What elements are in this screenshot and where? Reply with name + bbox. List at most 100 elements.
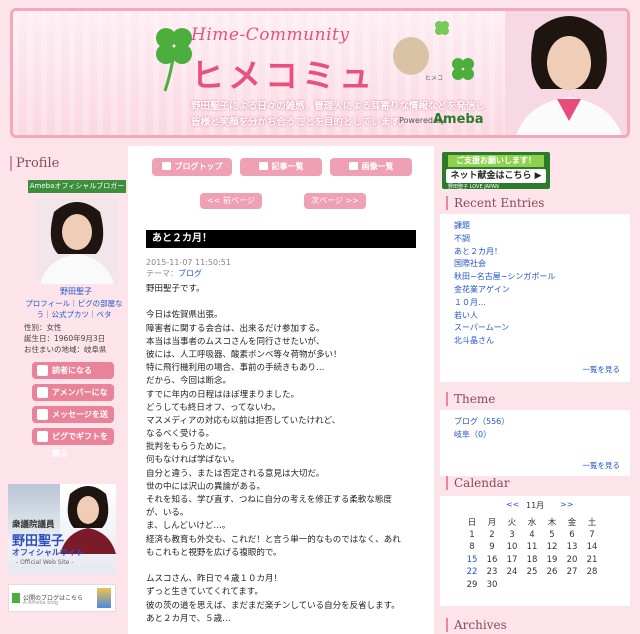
home-icon (161, 162, 171, 170)
entry-line: 今日は佐賀県出張。 (146, 310, 223, 321)
profile-area: お住まいの地域：岐阜県 (24, 345, 107, 354)
images-list-label: 画像一覧 (361, 162, 394, 171)
articles-list-label: 記事一覧 (271, 162, 304, 171)
people-icon (37, 387, 48, 398)
recent-entry-link[interactable]: 若い人 (454, 310, 555, 323)
entry-line: それを知る、学び直す、つねに自分の考えを修正する柔軟な態度 (146, 495, 392, 505)
calendar-day: 3 (509, 529, 515, 540)
entry-title[interactable]: あと２カ月！ (146, 230, 416, 248)
profile-gender: 性別：女性 (24, 323, 62, 332)
profile-photo[interactable] (36, 198, 118, 284)
theme-list: ブログ（556） 岐阜（0） (454, 416, 509, 442)
donation-banner[interactable]: ご支援お願いします！ ネット献金はこちら ▶ 野田聖子 LOVE JAPAN (442, 152, 550, 190)
profile-name-link[interactable]: 野田聖子 (20, 286, 132, 297)
calendar-day[interactable]: 22 (462, 566, 482, 579)
entry-line: だから、今回は断念。 (146, 376, 232, 387)
calendar-day: 24 (506, 567, 518, 578)
become-amember-button[interactable]: アメンバーになる (32, 384, 114, 414)
recent-entry-link[interactable]: 国際社会 (454, 258, 555, 271)
official-site-banner[interactable]: 衆議院議員 野田聖子 オフィシャルサイト - Official Web Site… (8, 484, 116, 574)
become-reader-button[interactable]: 読者になる (32, 362, 114, 379)
calendar-day: 19 (546, 554, 558, 565)
calendar-day[interactable]: 15 (462, 554, 482, 567)
send-message-button[interactable]: メッセージを送る (32, 406, 114, 436)
calendar-next-link[interactable]: >> (560, 500, 573, 509)
theme-link[interactable]: 岐阜（0） (454, 429, 509, 442)
profile-section-title: Profile (10, 156, 59, 171)
right-sidebar: ご支援お願いします！ ネット献金はこちら ▶ 野田聖子 LOVE JAPAN R… (440, 146, 630, 634)
brand-english-title: Hime-Community (191, 25, 350, 45)
calendar-day: 27 (566, 567, 578, 578)
archives-title: Archives (446, 618, 507, 632)
next-page-button[interactable]: 次ページ >> (304, 193, 366, 209)
entry-line: あと２カ月で、５歳… (146, 613, 231, 624)
calendar-day: 1 (469, 529, 475, 540)
entry-line: 特に飛行機利用の場合、事前の手続きもあり… (146, 363, 325, 374)
blog-top-button[interactable]: ブログトップ (152, 158, 232, 176)
pigg-gift-button[interactable]: ピグでギフトを贈る (32, 428, 114, 458)
calendar-day: 20 (566, 554, 578, 565)
donation-request-text: ご支援お願いします！ (448, 155, 544, 167)
mini-banner-image (97, 588, 111, 608)
recent-entry-link[interactable]: 不調 (454, 233, 555, 246)
recent-entries-title: Recent Entries (446, 196, 544, 210)
become-reader-label: 読者になる (52, 366, 92, 375)
entry-line: ま、しんどいけど…。 (146, 521, 231, 532)
ameba-blog-mini-banner[interactable]: 公開のブログはこちら A Ameba blog (8, 584, 116, 612)
profile-links[interactable]: プロフィール｜ピグの部屋なう｜公式プカツ｜ペタ (22, 298, 126, 320)
entry-line: マスメディアの対応も以前は拒否していたけれど、 (146, 415, 341, 426)
recent-entry-link[interactable]: スーパームーン (454, 322, 555, 335)
entry-line: 本当は当事者のムスコさんを同行させたいが、 (146, 336, 325, 347)
images-list-button[interactable]: 画像一覧 (330, 158, 412, 176)
entry-theme: テーマ：ブログ (146, 268, 202, 279)
entry-line: ムスコさん、昨日で４歳１０カ月！ (146, 574, 283, 585)
recent-entry-link[interactable]: 課題 (454, 220, 555, 233)
calendar-weekday: 月 (487, 518, 497, 529)
calendar-day: 4 (529, 529, 535, 540)
header-portrait-photo (505, 11, 627, 135)
calendar-day: 28 (586, 567, 598, 578)
articles-list-button[interactable]: 記事一覧 (240, 158, 322, 176)
entry-line: もこれもと視野を広げる複眼的で。 (146, 547, 282, 558)
recent-more-link[interactable]: 一覧を見る (583, 364, 621, 375)
calendar-day (582, 579, 602, 592)
theme-link[interactable]: ブログ（556） (454, 416, 509, 429)
calendar-week-row: 15 16 17 18 19 20 21 (462, 554, 602, 567)
calendar-prev-link[interactable]: << (506, 500, 519, 509)
calendar-month: 11月 (526, 501, 545, 510)
blog-header-banner[interactable]: Hime-Community ヒメコミュ ヒメコ 野田聖子による日々の雑感、管理… (10, 8, 630, 138)
calendar-day: 21 (586, 554, 598, 565)
clover-small-icon (452, 58, 474, 80)
prev-page-button[interactable]: << 前ページ (200, 193, 262, 209)
calendar-day: 2 (489, 529, 495, 540)
gift-icon (37, 431, 48, 442)
entry-line: 障害者に関する会合は、出来るだけ参加する。 (146, 323, 325, 334)
calendar-weekday: 土 (587, 518, 597, 529)
recent-entry-link[interactable]: １０月… (454, 297, 555, 310)
recent-entries-box: 課題 不調 あと２カ月！ 国際社会 秋田−名古屋−シンガポール 金花業アゲイン １０月… 若い… (440, 214, 630, 382)
calendar-day: 25 (526, 567, 538, 578)
brand-japanese-title: ヒメコミュ (191, 56, 376, 95)
calendar-week-row: 29 30 (462, 579, 602, 592)
calendar-week-row: 8 9 10 11 12 13 14 (462, 541, 602, 554)
theme-more-link[interactable]: 一覧を見る (583, 460, 621, 471)
ameba-logo[interactable]: Ameba (433, 112, 484, 127)
entry-line: 彼には、人工呼吸器、酸素ボンベ等々荷物が多い！ (146, 349, 342, 360)
calendar-weekday: 金 (567, 518, 577, 529)
profile-info: 性別：女性 誕生日：1960年9月3日 お住まいの地域：岐阜県 (24, 322, 134, 355)
entry-theme-link[interactable]: ブログ (178, 269, 202, 278)
banner-role: 衆議院議員 (12, 520, 55, 530)
left-sidebar: Profile Amebaオフィシャルブロガー 野田聖子 プロフィール｜ピグの部… (8, 152, 126, 634)
calendar-day: 8 (469, 542, 475, 553)
entry-line: 野田聖子です。 (146, 284, 205, 294)
banner-site: オフィシャルサイト (12, 548, 84, 557)
recent-entry-link[interactable]: 北斗晶さん (454, 335, 555, 348)
donation-link-text: ネット献金はこちら ▶ (446, 169, 546, 183)
mini-banner-subtext: A Ameba blog (23, 600, 58, 606)
calendar-day: 6 (569, 529, 575, 540)
official-blogger-ribbon: Amebaオフィシャルブロガー (28, 180, 126, 193)
recent-entry-link[interactable]: 秋田−名古屋−シンガポール (454, 271, 555, 284)
recent-entry-link[interactable]: 金花業アゲイン (454, 284, 555, 297)
recent-entry-link[interactable]: あと２カ月！ (454, 246, 555, 259)
entry-line: ずっと生きていてくれてます。 (146, 587, 263, 598)
